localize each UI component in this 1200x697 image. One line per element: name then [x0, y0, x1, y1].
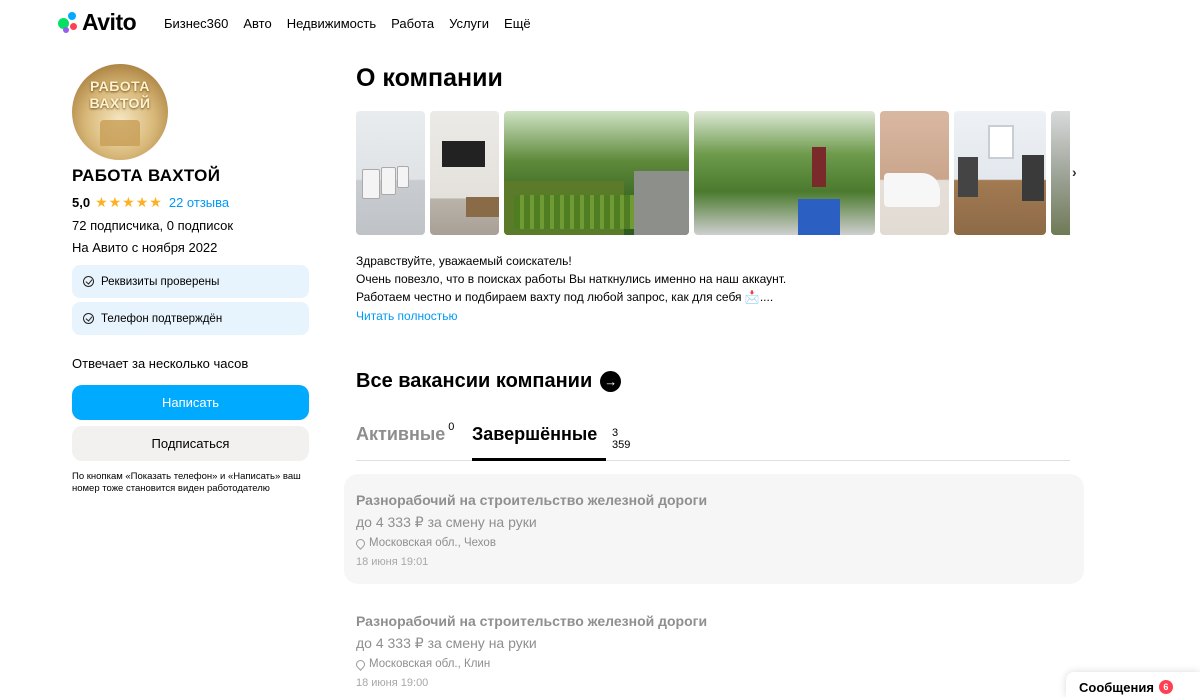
- write-message-button[interactable]: Написать: [72, 385, 309, 420]
- main-content: О компании › Здравствуйте, уважаемый сои…: [344, 64, 1084, 689]
- messages-label: Сообщения: [1079, 680, 1154, 695]
- tab-count: 0: [448, 421, 455, 433]
- location-pin-icon: [354, 657, 367, 671]
- gallery-photo[interactable]: [356, 111, 425, 235]
- main-nav: Бизнес360 Авто Недвижимость Работа Услуг…: [164, 16, 531, 31]
- arrow-right-icon[interactable]: →: [600, 371, 622, 392]
- tab-count: 3 359: [612, 427, 631, 451]
- vacancy-tabs: Активные 0 Завершённые 3 359: [356, 421, 1070, 461]
- gallery-photo[interactable]: [1051, 111, 1070, 235]
- avito-logo[interactable]: Avito: [58, 9, 137, 36]
- company-description: Здравствуйте, уважаемый соискатель! Очен…: [356, 254, 787, 304]
- vacancy-date: 18 июня 19:01: [356, 556, 429, 568]
- top-header: Avito Бизнес360 Авто Недвижимость Работа…: [0, 0, 1200, 46]
- read-more-link[interactable]: Читать полностью: [356, 309, 458, 323]
- vacancy-card[interactable]: Разнорабочий на строительство железной д…: [344, 474, 1084, 584]
- gallery-photo[interactable]: [954, 111, 1046, 235]
- nav-item-more[interactable]: Ещё: [504, 16, 531, 31]
- vacancy-salary: до 4 333 ₽ за смену на руки: [356, 635, 537, 651]
- rating-stars-icon: ★★★★★: [95, 194, 163, 210]
- vacancy-location: Московская обл., Клин: [354, 657, 1072, 671]
- vacancies-header: Все вакансии компании →: [356, 370, 622, 393]
- vacancies-title[interactable]: Все вакансии компании: [356, 370, 592, 393]
- about-title: О компании: [356, 64, 503, 92]
- vacancy-date: 18 июня 19:00: [356, 677, 429, 689]
- avatar-decoration: [100, 120, 140, 146]
- gallery-photo[interactable]: [430, 111, 499, 235]
- tab-completed-vacancies[interactable]: Завершённые 3 359: [472, 424, 630, 461]
- requisites-verified-badge: Реквизиты проверены: [72, 265, 309, 298]
- badge-label: Реквизиты проверены: [101, 275, 220, 288]
- gallery-next-arrow-icon[interactable]: ›: [1072, 164, 1077, 180]
- subscribe-button[interactable]: Подписаться: [72, 426, 309, 461]
- check-circle-icon: [83, 313, 94, 324]
- nav-item-services[interactable]: Услуги: [449, 16, 489, 31]
- reviews-link[interactable]: 22 отзыва: [169, 195, 229, 210]
- photo-gallery: [356, 111, 1070, 235]
- logo-text: Avito: [82, 9, 137, 35]
- vacancy-salary: до 4 333 ₽ за смену на руки: [356, 514, 537, 530]
- check-circle-icon: [83, 276, 94, 287]
- vacancy-title[interactable]: Разнорабочий на строительство железной д…: [356, 492, 1072, 508]
- subscribers-count: 72 подписчика, 0 подписок: [72, 218, 234, 233]
- nav-item-business360[interactable]: Бизнес360: [164, 16, 228, 31]
- nav-item-auto[interactable]: Авто: [243, 16, 271, 31]
- gallery-photo[interactable]: [880, 111, 949, 235]
- company-avatar[interactable]: РАБОТА ВАХТОЙ: [72, 64, 168, 160]
- tab-active-vacancies[interactable]: Активные 0: [356, 421, 455, 461]
- company-name: РАБОТА ВАХТОЙ: [72, 166, 221, 185]
- vacancy-card[interactable]: Разнорабочий на строительство железной д…: [344, 595, 1084, 697]
- nav-item-realty[interactable]: Недвижимость: [287, 16, 376, 31]
- contact-disclaimer: По кнопкам «Показать телефон» и «Написат…: [72, 471, 301, 494]
- phone-verified-badge: Телефон подтверждён: [72, 302, 309, 335]
- vacancy-location: Московская обл., Чехов: [354, 536, 1072, 550]
- location-pin-icon: [354, 536, 367, 550]
- member-since: На Авито с ноября 2022: [72, 240, 218, 255]
- messages-widget[interactable]: Сообщения 6: [1066, 672, 1200, 697]
- avito-logo-icon: [58, 11, 80, 34]
- nav-item-jobs[interactable]: Работа: [391, 16, 434, 31]
- vacancy-title[interactable]: Разнорабочий на строительство железной д…: [356, 613, 1072, 629]
- gallery-photo[interactable]: [694, 111, 875, 235]
- avatar-logo-text: РАБОТА ВАХТОЙ: [89, 78, 151, 111]
- company-sidebar: РАБОТА ВАХТОЙ РАБОТА ВАХТОЙ 5,0 ★★★★★ 22…: [72, 64, 312, 495]
- rating-row: 5,0 ★★★★★ 22 отзыва: [72, 194, 312, 211]
- rating-score: 5,0: [72, 195, 91, 210]
- badge-label: Телефон подтверждён: [101, 312, 223, 325]
- response-time: Отвечает за несколько часов: [72, 356, 249, 371]
- messages-count-badge: 6: [1158, 680, 1173, 694]
- gallery-photo[interactable]: [504, 111, 689, 235]
